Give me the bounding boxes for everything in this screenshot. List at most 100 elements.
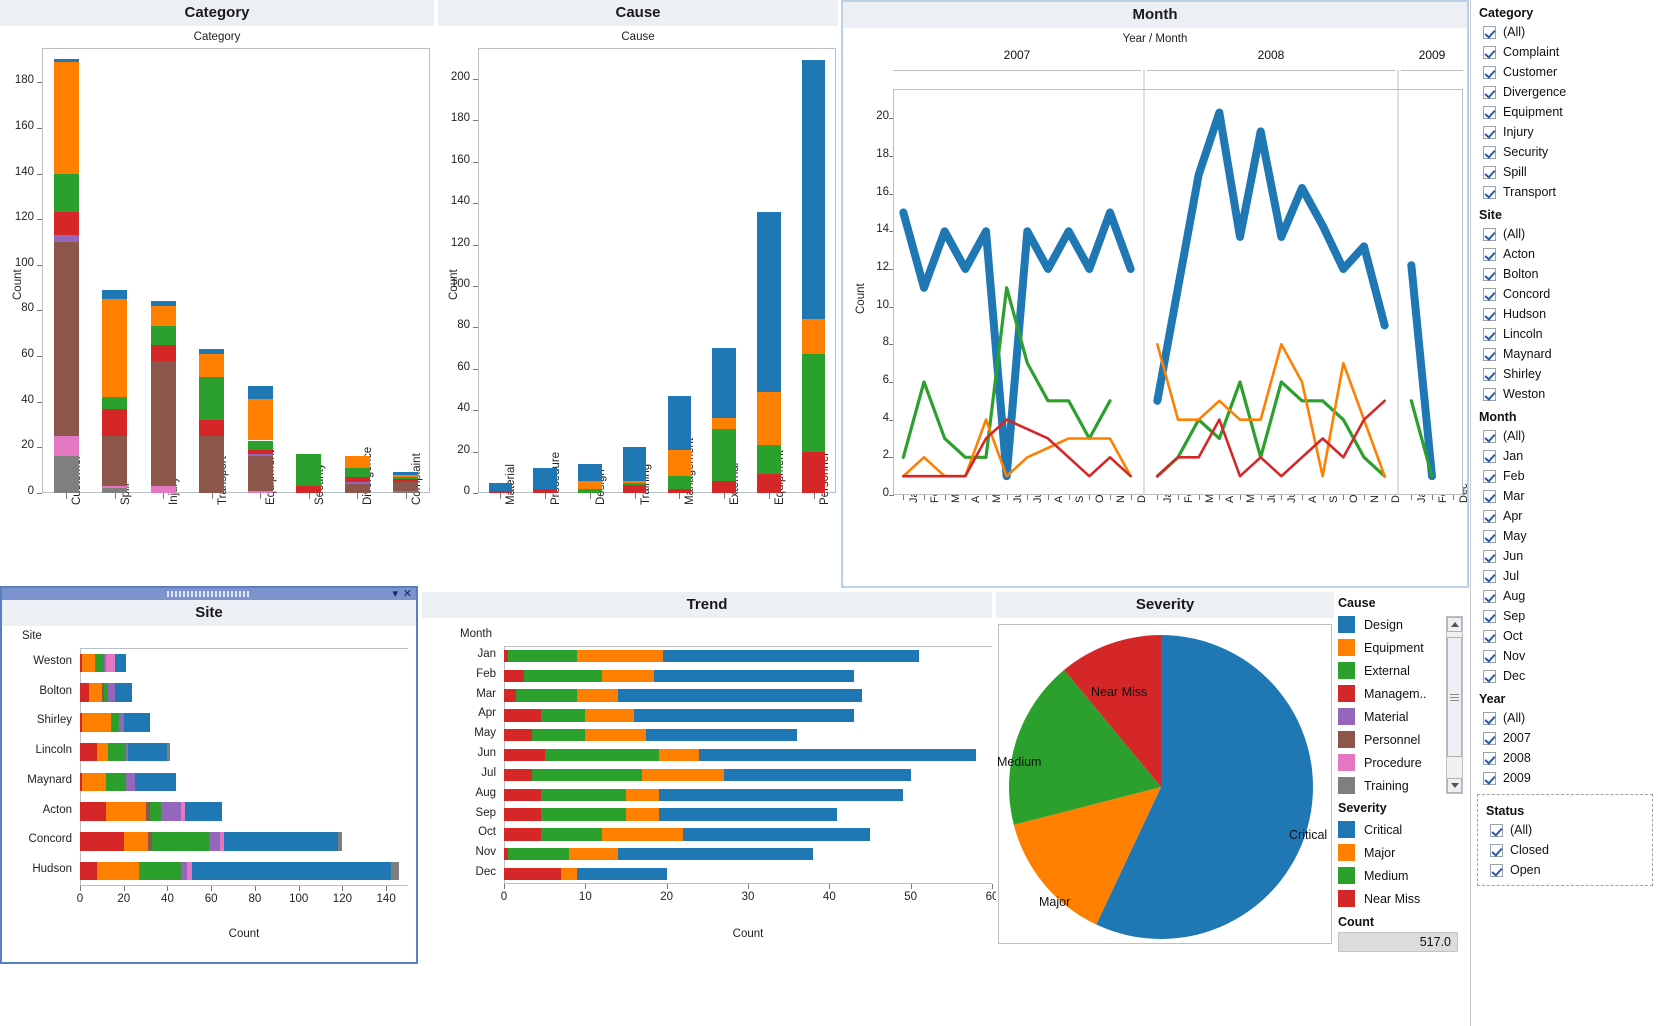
table-row[interactable] (504, 808, 992, 820)
site-window-dragbar[interactable]: ▾ ✕ (2, 588, 416, 600)
bar-segment[interactable] (54, 59, 79, 61)
bar-segment[interactable] (296, 454, 321, 486)
filter-option-customer[interactable]: Customer (1471, 62, 1658, 82)
filter-option-2007[interactable]: 2007 (1471, 728, 1658, 748)
table-row[interactable] (802, 48, 825, 493)
checkbox-checked-icon[interactable] (1483, 470, 1496, 483)
bar-segment[interactable] (106, 802, 145, 820)
checkbox-checked-icon[interactable] (1483, 570, 1496, 583)
bar-segment[interactable] (150, 802, 161, 820)
bar-segment[interactable] (757, 392, 780, 446)
bar-segment[interactable] (623, 483, 646, 485)
bar-segment[interactable] (393, 472, 418, 474)
bar-segment[interactable] (54, 235, 79, 242)
bar-segment[interactable] (712, 418, 735, 428)
filter-option-jun[interactable]: Jun (1471, 546, 1658, 566)
bar-segment[interactable] (151, 345, 176, 361)
table-row[interactable] (80, 802, 408, 820)
table-row[interactable] (623, 48, 646, 493)
bar-segment[interactable] (578, 481, 601, 489)
bar-segment[interactable] (659, 789, 903, 801)
bar-segment[interactable] (393, 477, 418, 479)
bar-segment[interactable] (712, 481, 735, 493)
bar-segment[interactable] (533, 489, 556, 493)
bar-segment[interactable] (634, 709, 854, 721)
bar-segment[interactable] (668, 476, 691, 488)
bar-segment[interactable] (504, 729, 532, 741)
bar-segment[interactable] (54, 456, 79, 493)
table-row[interactable] (712, 48, 735, 493)
checkbox-checked-icon[interactable] (1483, 388, 1496, 401)
bar-segment[interactable] (712, 348, 735, 418)
table-row[interactable] (504, 670, 992, 682)
bar-segment[interactable] (102, 486, 127, 488)
bar-segment[interactable] (181, 862, 188, 880)
bar-segment[interactable] (80, 683, 89, 701)
table-row[interactable] (504, 729, 992, 741)
filter-option-all[interactable]: (All) (1471, 224, 1658, 244)
bar-segment[interactable] (577, 868, 666, 880)
bar-segment[interactable] (391, 862, 400, 880)
bar-segment[interactable] (97, 743, 108, 761)
checkbox-checked-icon[interactable] (1483, 86, 1496, 99)
filter-option-security[interactable]: Security (1471, 142, 1658, 162)
bar-segment[interactable] (668, 489, 691, 493)
table-row[interactable] (504, 709, 992, 721)
checkbox-checked-icon[interactable] (1483, 752, 1496, 765)
bar-segment[interactable] (489, 491, 512, 493)
bar-segment[interactable] (626, 789, 659, 801)
bar-segment[interactable] (102, 397, 127, 408)
table-row[interactable] (199, 48, 224, 493)
checkbox-checked-icon[interactable] (1483, 106, 1496, 119)
checkbox-checked-icon[interactable] (1483, 308, 1496, 321)
filter-option-hudson[interactable]: Hudson (1471, 304, 1658, 324)
bar-segment[interactable] (504, 689, 516, 701)
bar-segment[interactable] (80, 862, 97, 880)
table-row[interactable] (296, 48, 321, 493)
bar-segment[interactable] (393, 491, 418, 493)
bar-segment[interactable] (128, 743, 167, 761)
filter-option-feb[interactable]: Feb (1471, 466, 1658, 486)
filter-option-closed[interactable]: Closed (1478, 840, 1652, 860)
filter-option-open[interactable]: Open (1478, 860, 1652, 880)
bar-segment[interactable] (95, 654, 104, 672)
bar-segment[interactable] (126, 773, 135, 791)
checkbox-checked-icon[interactable] (1483, 348, 1496, 361)
bar-segment[interactable] (802, 319, 825, 354)
bar-segment[interactable] (577, 689, 618, 701)
bar-segment[interactable] (561, 868, 577, 880)
bar-segment[interactable] (541, 789, 626, 801)
bar-segment[interactable] (248, 450, 273, 455)
table-row[interactable] (393, 48, 418, 493)
bar-segment[interactable] (602, 670, 655, 682)
filter-option-divergence[interactable]: Divergence (1471, 82, 1658, 102)
filter-option-jul[interactable]: Jul (1471, 566, 1658, 586)
filter-option-injury[interactable]: Injury (1471, 122, 1658, 142)
bar-segment[interactable] (618, 848, 813, 860)
table-row[interactable] (102, 48, 127, 493)
bar-segment[interactable] (504, 868, 561, 880)
bar-segment[interactable] (97, 862, 139, 880)
bar-segment[interactable] (54, 242, 79, 436)
bar-segment[interactable] (102, 299, 127, 397)
bar-segment[interactable] (623, 481, 646, 483)
bar-segment[interactable] (578, 464, 601, 481)
bar-segment[interactable] (124, 832, 148, 850)
checkbox-checked-icon[interactable] (1483, 550, 1496, 563)
bar-segment[interactable] (659, 749, 700, 761)
list-item[interactable]: Medium (1338, 864, 1464, 887)
filter-option-lincoln[interactable]: Lincoln (1471, 324, 1658, 344)
bar-segment[interactable] (668, 396, 691, 450)
bar-segment[interactable] (167, 743, 169, 761)
bar-segment[interactable] (161, 802, 181, 820)
filter-option-transport[interactable]: Transport (1471, 182, 1658, 202)
bar-segment[interactable] (102, 409, 127, 436)
filter-option-sep[interactable]: Sep (1471, 606, 1658, 626)
filter-option-all[interactable]: (All) (1471, 426, 1658, 446)
bar-segment[interactable] (757, 474, 780, 493)
bar-segment[interactable] (82, 713, 110, 731)
bar-segment[interactable] (393, 479, 418, 481)
checkbox-checked-icon[interactable] (1483, 66, 1496, 79)
table-row[interactable] (80, 862, 408, 880)
checkbox-checked-icon[interactable] (1490, 864, 1503, 877)
